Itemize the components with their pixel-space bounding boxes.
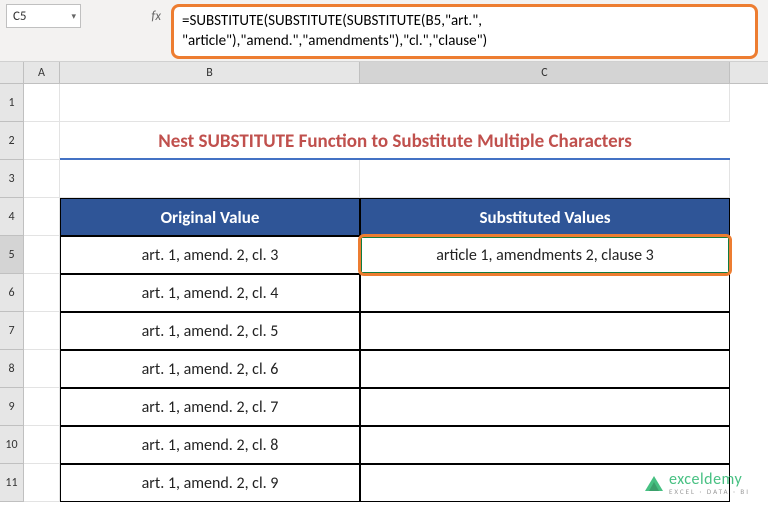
watermark-sub: EXCEL · DATA · BI [669, 488, 750, 495]
row-headers: 1 2 3 4 5 6 7 8 9 10 11 [0, 84, 24, 502]
name-box-value: C5 [13, 9, 27, 24]
cell-a6[interactable] [24, 274, 60, 312]
cell-b7[interactable]: art. 1, amend. 2, cl. 5 [60, 312, 360, 350]
row-7: art. 1, amend. 2, cl. 5 [24, 312, 730, 350]
row-5: art. 1, amend. 2, cl. 3 article 1, amend… [24, 236, 730, 274]
row-header-1[interactable]: 1 [0, 84, 24, 122]
row-9: art. 1, amend. 2, cl. 7 [24, 388, 730, 426]
cell-a2[interactable] [24, 122, 60, 160]
fx-icon[interactable]: fx [151, 9, 161, 24]
col-header-a[interactable]: A [24, 62, 60, 83]
row-2: Nest SUBSTITUTE Function to Substitute M… [24, 122, 730, 160]
cell-c1[interactable] [360, 84, 730, 122]
row-header-9[interactable]: 9 [0, 388, 24, 426]
formula-line-2: "article"),"amend.","amendments"),"cl.",… [182, 31, 747, 51]
cell-a1[interactable] [24, 84, 60, 122]
row-11: art. 1, amend. 2, cl. 9 [24, 464, 730, 502]
row-3 [24, 160, 730, 198]
row-header-6[interactable]: 6 [0, 274, 24, 312]
row-header-11[interactable]: 11 [0, 464, 24, 502]
row-1 [24, 84, 730, 122]
column-headers: A B C [0, 62, 768, 84]
header-substituted[interactable]: Substituted Values [360, 198, 730, 236]
page-title: Nest SUBSTITUTE Function to Substitute M… [60, 122, 730, 160]
row-header-3[interactable]: 3 [0, 160, 24, 198]
formula-line-1: =SUBSTITUTE(SUBSTITUTE(SUBSTITUTE(B5,"ar… [182, 11, 747, 31]
cell-b5[interactable]: art. 1, amend. 2, cl. 3 [60, 236, 360, 274]
cell-b6[interactable]: art. 1, amend. 2, cl. 4 [60, 274, 360, 312]
select-all-corner[interactable] [0, 62, 24, 83]
header-original[interactable]: Original Value [60, 198, 360, 236]
fx-area: fx [87, 4, 167, 28]
col-header-c[interactable]: C [360, 62, 730, 83]
cell-b9[interactable]: art. 1, amend. 2, cl. 7 [60, 388, 360, 426]
watermark-text: exceldemy EXCEL · DATA · BI [669, 472, 750, 495]
cell-c9[interactable] [360, 388, 730, 426]
row-header-8[interactable]: 8 [0, 350, 24, 388]
watermark-main: exceldemy [669, 472, 750, 488]
col-header-b[interactable]: B [60, 62, 360, 83]
row-header-10[interactable]: 10 [0, 426, 24, 464]
cell-a8[interactable] [24, 350, 60, 388]
cell-b3[interactable] [60, 160, 360, 198]
row-header-4[interactable]: 4 [0, 198, 24, 236]
cell-a9[interactable] [24, 388, 60, 426]
formula-bar: C5 ▾ fx =SUBSTITUTE(SUBSTITUTE(SUBSTITUT… [0, 0, 768, 62]
cell-c8[interactable] [360, 350, 730, 388]
name-box[interactable]: C5 ▾ [6, 4, 81, 28]
cell-a3[interactable] [24, 160, 60, 198]
row-header-5[interactable]: 5 [0, 236, 24, 274]
chevron-down-icon[interactable]: ▾ [71, 11, 76, 22]
cell-a7[interactable] [24, 312, 60, 350]
formula-input-wrap[interactable]: =SUBSTITUTE(SUBSTITUTE(SUBSTITUTE(B5,"ar… [171, 4, 758, 59]
cell-c7[interactable] [360, 312, 730, 350]
cell-c5[interactable]: article 1, amendments 2, clause 3 [360, 236, 730, 274]
cell-b1[interactable] [60, 84, 360, 122]
row-4: Original Value Substituted Values [24, 198, 730, 236]
row-10: art. 1, amend. 2, cl. 8 [24, 426, 730, 464]
title-underline [60, 158, 730, 160]
cell-c3[interactable] [360, 160, 730, 198]
cells-area: Nest SUBSTITUTE Function to Substitute M… [24, 84, 730, 502]
cell-b10[interactable]: art. 1, amend. 2, cl. 8 [60, 426, 360, 464]
row-6: art. 1, amend. 2, cl. 4 [24, 274, 730, 312]
grid: 1 2 3 4 5 6 7 8 9 10 11 Nest SUBSTITUTE … [0, 84, 768, 502]
formula-highlight: =SUBSTITUTE(SUBSTITUTE(SUBSTITUTE(B5,"ar… [171, 4, 758, 59]
cell-b11[interactable]: art. 1, amend. 2, cl. 9 [60, 464, 360, 502]
cell-b8[interactable]: art. 1, amend. 2, cl. 6 [60, 350, 360, 388]
cell-c10[interactable] [360, 426, 730, 464]
row-header-2[interactable]: 2 [0, 122, 24, 160]
cell-c6[interactable] [360, 274, 730, 312]
cell-a4[interactable] [24, 198, 60, 236]
row-header-7[interactable]: 7 [0, 312, 24, 350]
row-8: art. 1, amend. 2, cl. 6 [24, 350, 730, 388]
cell-a5[interactable] [24, 236, 60, 274]
cell-a11[interactable] [24, 464, 60, 502]
watermark: exceldemy EXCEL · DATA · BI [645, 472, 750, 495]
exceldemy-logo-icon [645, 476, 663, 491]
cell-a10[interactable] [24, 426, 60, 464]
